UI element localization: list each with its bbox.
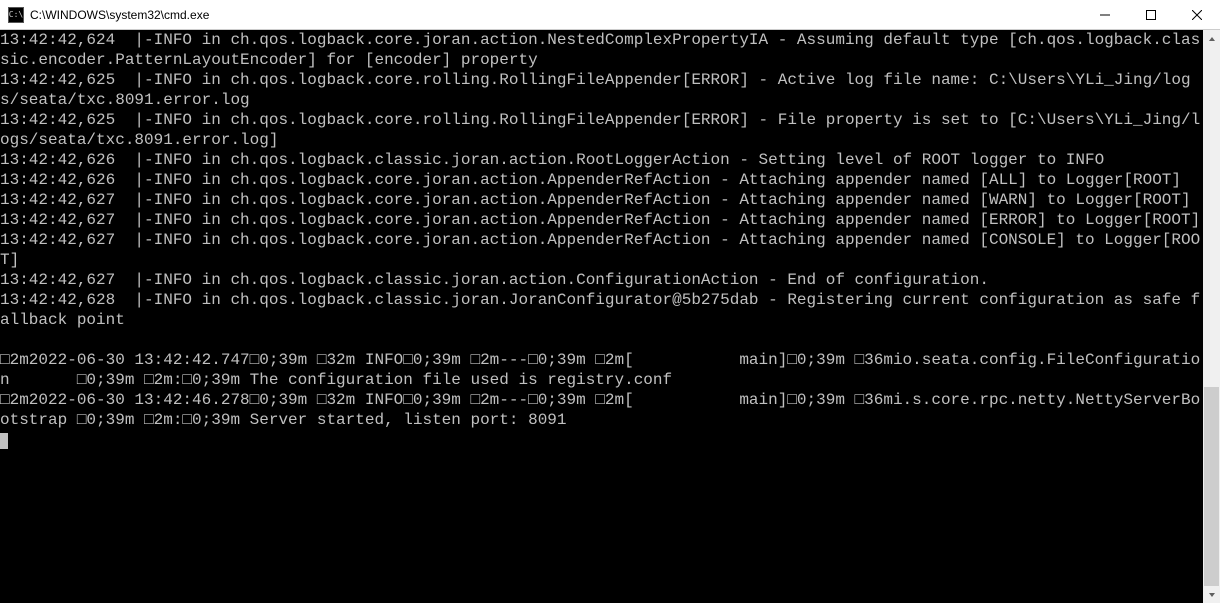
terminal-area[interactable]: 13:42:42,624 |-INFO in ch.qos.logback.co… xyxy=(0,30,1220,603)
scrollbar-track[interactable] xyxy=(1203,47,1220,586)
cmd-icon: C:\ xyxy=(8,7,24,23)
terminal-content: 13:42:42,624 |-INFO in ch.qos.logback.co… xyxy=(0,30,1203,450)
maximize-button[interactable] xyxy=(1128,0,1174,30)
title-bar: C:\ C:\WINDOWS\system32\cmd.exe xyxy=(0,0,1220,30)
scrollbar[interactable] xyxy=(1203,30,1220,603)
close-button[interactable] xyxy=(1174,0,1220,30)
cursor xyxy=(0,433,8,449)
window-title: C:\WINDOWS\system32\cmd.exe xyxy=(30,8,209,22)
minimize-button[interactable] xyxy=(1082,0,1128,30)
scrollbar-up-button[interactable] xyxy=(1203,30,1220,47)
scrollbar-down-button[interactable] xyxy=(1203,586,1220,603)
scrollbar-thumb[interactable] xyxy=(1204,387,1219,603)
window-controls xyxy=(1082,0,1220,30)
